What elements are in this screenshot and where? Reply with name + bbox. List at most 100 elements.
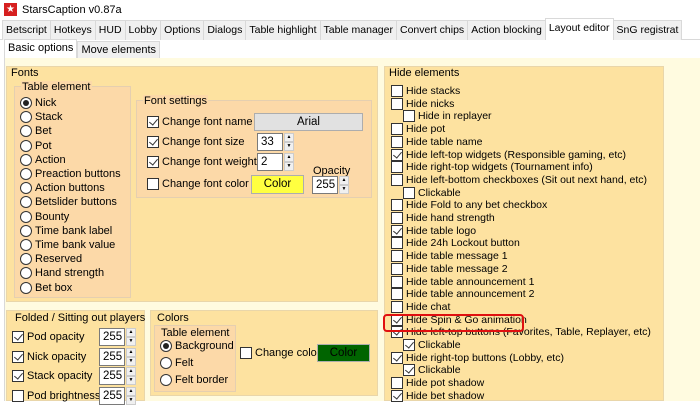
radio-time-bank-value[interactable]: Time bank value xyxy=(20,238,115,252)
radio-stack[interactable]: Stack xyxy=(20,110,63,124)
checkbox-icon[interactable] xyxy=(391,97,403,110)
radio-preaction-buttons[interactable]: Preaction buttons xyxy=(20,167,121,181)
value[interactable]: 255 xyxy=(99,367,125,385)
color-button[interactable]: Color xyxy=(317,344,370,362)
radio-icon[interactable] xyxy=(20,224,32,237)
checkbox-icon[interactable] xyxy=(403,364,415,377)
radio-bounty[interactable]: Bounty xyxy=(20,210,69,224)
change-font-size-checkbox[interactable]: Change font size xyxy=(147,135,245,149)
up-arrow-icon[interactable]: ▲ xyxy=(126,386,136,396)
up-arrow-icon[interactable]: ▲ xyxy=(284,133,294,142)
radio-background[interactable]: Background xyxy=(160,339,234,353)
radio-icon[interactable] xyxy=(20,196,32,209)
radio-icon[interactable] xyxy=(20,182,32,195)
checkbox-icon[interactable] xyxy=(12,370,24,382)
checkbox-icon[interactable] xyxy=(12,389,24,402)
radio-icon[interactable] xyxy=(20,139,32,152)
checkbox-icon[interactable] xyxy=(391,389,403,402)
checkbox-icon[interactable] xyxy=(391,199,403,212)
checkbox-icon[interactable] xyxy=(391,288,403,301)
radio-icon[interactable] xyxy=(20,281,32,294)
radio-bet[interactable]: Bet xyxy=(20,124,52,138)
subtab-basic-options[interactable]: Basic options xyxy=(4,39,78,58)
folded-value-stepper[interactable]: 255 ▲ ▼ xyxy=(99,367,136,385)
radio-icon[interactable] xyxy=(20,210,32,223)
down-arrow-icon[interactable]: ▼ xyxy=(339,185,349,194)
down-arrow-icon[interactable]: ▼ xyxy=(126,395,136,405)
checkbox-icon[interactable] xyxy=(391,148,403,161)
radio-icon[interactable] xyxy=(20,239,32,251)
value[interactable]: 2 xyxy=(257,153,283,171)
down-arrow-icon[interactable]: ▼ xyxy=(126,376,136,385)
tab-table-manager[interactable]: Table manager xyxy=(319,20,397,40)
checkbox-icon[interactable] xyxy=(391,250,403,263)
radio-betslider-buttons[interactable]: Betslider buttons xyxy=(20,195,117,209)
radio-icon[interactable] xyxy=(160,357,172,369)
tab-action-blocking[interactable]: Action blocking xyxy=(467,20,546,40)
radio-time-bank-label[interactable]: Time bank label xyxy=(20,224,112,238)
checkbox-icon[interactable] xyxy=(391,351,403,364)
radio-hand-strength[interactable]: Hand strength xyxy=(20,266,104,280)
value[interactable]: 255 xyxy=(99,328,125,346)
checkbox-icon[interactable] xyxy=(391,161,403,174)
folded-value-stepper[interactable]: 255 ▲ ▼ xyxy=(99,386,136,405)
radio-icon[interactable] xyxy=(20,267,32,280)
folded-pod-opacity-checkbox[interactable]: Pod opacity xyxy=(12,330,84,344)
radio-reserved[interactable]: Reserved xyxy=(20,252,82,266)
value[interactable]: 255 xyxy=(312,176,338,194)
value[interactable]: 255 xyxy=(99,386,125,405)
radio-pot[interactable]: Pot xyxy=(20,139,52,153)
down-arrow-icon[interactable]: ▼ xyxy=(284,142,294,151)
up-arrow-icon[interactable]: ▲ xyxy=(339,176,349,185)
folded-pod-brightness-checkbox[interactable]: Pod brightness xyxy=(12,389,100,403)
up-arrow-icon[interactable]: ▲ xyxy=(126,367,136,376)
change-font-name-checkbox[interactable]: Change font name xyxy=(147,115,253,129)
checkbox-icon[interactable] xyxy=(391,212,403,224)
checkbox-icon[interactable] xyxy=(403,339,415,351)
font-name-button[interactable]: Arial xyxy=(254,113,363,131)
checkbox-icon[interactable] xyxy=(147,136,159,148)
checkbox-icon[interactable] xyxy=(391,123,403,136)
radio-felt[interactable]: Felt xyxy=(160,356,193,370)
checkbox-icon[interactable] xyxy=(391,224,403,237)
change-color-checkbox[interactable]: Change color xyxy=(240,346,320,360)
change-font-weight-checkbox[interactable]: Change font weight xyxy=(147,155,257,169)
folded-nick-opacity-checkbox[interactable]: Nick opacity xyxy=(12,350,86,364)
tab-hotkeys[interactable]: Hotkeys xyxy=(49,20,96,40)
tab-betscript[interactable]: Betscript xyxy=(2,20,51,40)
checkbox-icon[interactable] xyxy=(391,275,403,288)
change-font-color-checkbox[interactable]: Change font color xyxy=(147,177,249,191)
checkbox-icon[interactable] xyxy=(403,110,415,123)
checkbox-icon[interactable] xyxy=(391,300,403,313)
tab-layout-editor[interactable]: Layout editor xyxy=(544,18,614,40)
down-arrow-icon[interactable]: ▼ xyxy=(126,337,136,346)
tab-dialogs[interactable]: Dialogs xyxy=(203,20,247,40)
up-arrow-icon[interactable]: ▲ xyxy=(126,347,136,357)
checkbox-icon[interactable] xyxy=(391,262,403,275)
checkbox-icon[interactable] xyxy=(12,331,24,343)
radio-icon[interactable] xyxy=(160,374,172,386)
radio-bet-box[interactable]: Bet box xyxy=(20,281,72,295)
checkbox-icon[interactable] xyxy=(147,116,159,128)
checkbox-icon[interactable] xyxy=(403,186,415,199)
checkbox-icon[interactable] xyxy=(391,237,403,250)
value[interactable]: 255 xyxy=(99,347,125,366)
folded-value-stepper[interactable]: 255 ▲ ▼ xyxy=(99,328,136,346)
subtab-move-elements[interactable]: Move elements xyxy=(77,41,161,58)
tab-table-highlight[interactable]: Table highlight xyxy=(245,20,321,40)
tab-lobby[interactable]: Lobby xyxy=(124,20,162,40)
tab-options[interactable]: Options xyxy=(160,20,205,40)
font-weight-stepper[interactable]: 2 ▲ ▼ xyxy=(257,153,294,171)
tab-hud[interactable]: HUD xyxy=(94,20,126,40)
down-arrow-icon[interactable]: ▼ xyxy=(126,356,136,366)
folded-stack-opacity-checkbox[interactable]: Stack opacity xyxy=(12,369,92,383)
radio-icon[interactable] xyxy=(160,340,172,352)
checkbox-icon[interactable] xyxy=(391,173,403,186)
tab-convert-chips[interactable]: Convert chips xyxy=(395,20,469,40)
tab-sng-registrat[interactable]: SnG registrat xyxy=(612,20,683,40)
radio-icon[interactable] xyxy=(20,111,32,124)
value[interactable]: 33 xyxy=(257,133,283,151)
radio-action[interactable]: Action xyxy=(20,153,66,167)
up-arrow-icon[interactable]: ▲ xyxy=(284,153,294,162)
radio-felt-border[interactable]: Felt border xyxy=(160,373,228,387)
